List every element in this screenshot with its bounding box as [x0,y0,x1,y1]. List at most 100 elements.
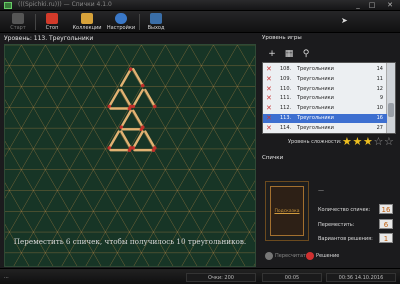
level-row[interactable]: ✕ 113. Треугольники 16 [263,114,387,123]
match-head [127,106,132,111]
star-filled-icon: ★ [352,135,363,148]
exit-button[interactable]: Выход [141,12,171,32]
stop-label: Стоп [45,25,59,31]
stat-value: 6 [379,219,393,229]
level-name: Треугольники [297,85,334,92]
stat-label: Переместить: [318,222,355,228]
unsolved-icon: ✕ [266,84,272,93]
hint-box[interactable]: Подсказка [265,181,309,241]
star-empty-icon: ☆ [373,135,384,148]
scrollbar-thumb[interactable] [388,103,394,117]
level-row[interactable]: ✕ 111. Треугольники 9 [263,94,387,103]
stop-button[interactable]: Стоп [37,12,67,32]
game-board[interactable]: Переместить 6 спичек, чтобы получилось 1… [4,44,256,267]
main-toolbar: Старт Стоп Коллекции Настройки Выход [0,11,400,33]
levels-panel-title: Уровень игры [262,35,302,41]
difficulty-row: Уровень сложности: ★ ★ ★ ☆ ☆ [262,136,396,148]
unsolved-icon: ✕ [266,74,272,83]
level-row[interactable]: ✕ 108. Треугольники 14 [263,65,387,74]
level-match-count: 27 [376,124,383,131]
difficulty-label: Уровень сложности: [288,139,342,145]
settings-button[interactable]: Настройки [104,12,138,32]
level-name: Треугольники [297,115,334,121]
maximize-button[interactable]: □ [366,1,378,10]
level-number: 113. [280,115,292,121]
collections-label: Коллекции [72,25,102,31]
levels-toolbar: + ▦ ⚲ [262,47,396,61]
unsolved-icon: ✕ [266,114,272,122]
stat-match-count: Количество спичек: 16 [318,204,396,215]
level-name: Треугольники [297,124,334,131]
search-icon[interactable]: ⚲ [300,48,312,60]
level-match-count: 9 [379,95,383,102]
solution-button[interactable]: Решение [306,251,339,262]
toolbar-separator [35,14,36,30]
retry-icon [265,251,273,260]
star-filled-icon: ★ [342,135,352,148]
level-row[interactable]: ✕ 112. Треугольники 10 [263,104,387,113]
timer-display: 00:05 [262,273,322,282]
datetime-display: 00:36 14.10.2016 [326,273,396,282]
level-row[interactable]: ✕ 110. Треугольники 12 [263,85,387,94]
unsolved-icon: ✕ [266,104,272,113]
toolbar-separator [139,14,140,30]
stat-value: 16 [379,204,393,214]
match-head [131,146,136,150]
board-canvas[interactable]: Переместить 6 спичек, чтобы получилось 1… [5,45,255,266]
stat-label: Вариантов решения: [318,236,373,242]
exit-icon [150,13,162,24]
level-number: 114. [280,124,292,131]
level-number: 108. [280,66,292,72]
start-button[interactable]: Старт [3,12,33,32]
window-titlebar: (((Spichki.ru))) — Спички 4.1.0 _ □ ✕ [0,0,400,11]
unsolved-icon: ✕ [266,94,272,103]
level-name: Треугольники [297,75,334,82]
levels-list[interactable]: ✕ 108. Треугольники 14 ✕ 109. Треугольники 11 ✕ 1… [262,62,396,134]
separator-dash: — [318,187,324,194]
level-name: Треугольники [297,66,334,72]
level-title: Уровень: 113. Треугольники [4,35,94,42]
stat-value: 1 [379,233,393,243]
start-label: Старт [10,25,26,31]
gear-icon [115,13,127,24]
heart-icon [306,251,314,260]
stat-solution-count: Вариантов решения: 1 [318,233,396,244]
unsolved-icon: ✕ [266,65,272,73]
star-empty-icon: ☆ [384,135,394,148]
grid-view-icon[interactable]: ▦ [283,48,295,60]
star-filled-icon: ★ [363,135,373,148]
match-head [140,83,145,88]
instruction-text: Переместить 6 спичек, чтобы получилось 1… [14,237,246,246]
level-name: Треугольники [297,105,334,112]
level-number: 109. [280,75,292,82]
collections-button[interactable]: Коллекции [70,12,104,32]
add-level-icon[interactable]: + [266,48,278,60]
levels-scrollbar[interactable] [386,63,395,133]
app-icon [4,2,12,9]
level-row[interactable]: ✕ 114. Треугольники 27 [263,124,387,133]
mouse-cursor-icon: ➤ [341,16,348,25]
match-head [140,125,145,129]
level-match-count: 11 [376,75,383,82]
level-match-count: 10 [376,105,383,112]
start-icon [12,13,24,24]
hint-link[interactable]: Подсказка [271,209,303,214]
match-head [131,104,136,109]
stop-icon [46,13,58,24]
close-button[interactable]: ✕ [384,1,396,10]
level-number: 110. [280,85,292,92]
stat-move-count: Переместить: 6 [318,219,396,230]
level-match-count: 14 [376,66,383,72]
level-match-count: 12 [376,85,383,92]
settings-label: Настройки [106,25,136,31]
level-row[interactable]: ✕ 109. Треугольники 11 [263,75,387,84]
retry-label: Пересчитать [275,253,309,259]
window-title: (((Spichki.ru))) — Спички 4.1.0 [18,1,112,8]
level-match-count: 16 [376,115,383,121]
minimize-button[interactable]: _ [352,1,364,10]
retry-button[interactable]: Пересчитать [265,251,309,262]
level-name: Треугольники [297,95,334,102]
level-number: 112. [280,105,292,112]
unsolved-icon: ✕ [266,123,272,132]
solution-label: Решение [316,253,340,259]
